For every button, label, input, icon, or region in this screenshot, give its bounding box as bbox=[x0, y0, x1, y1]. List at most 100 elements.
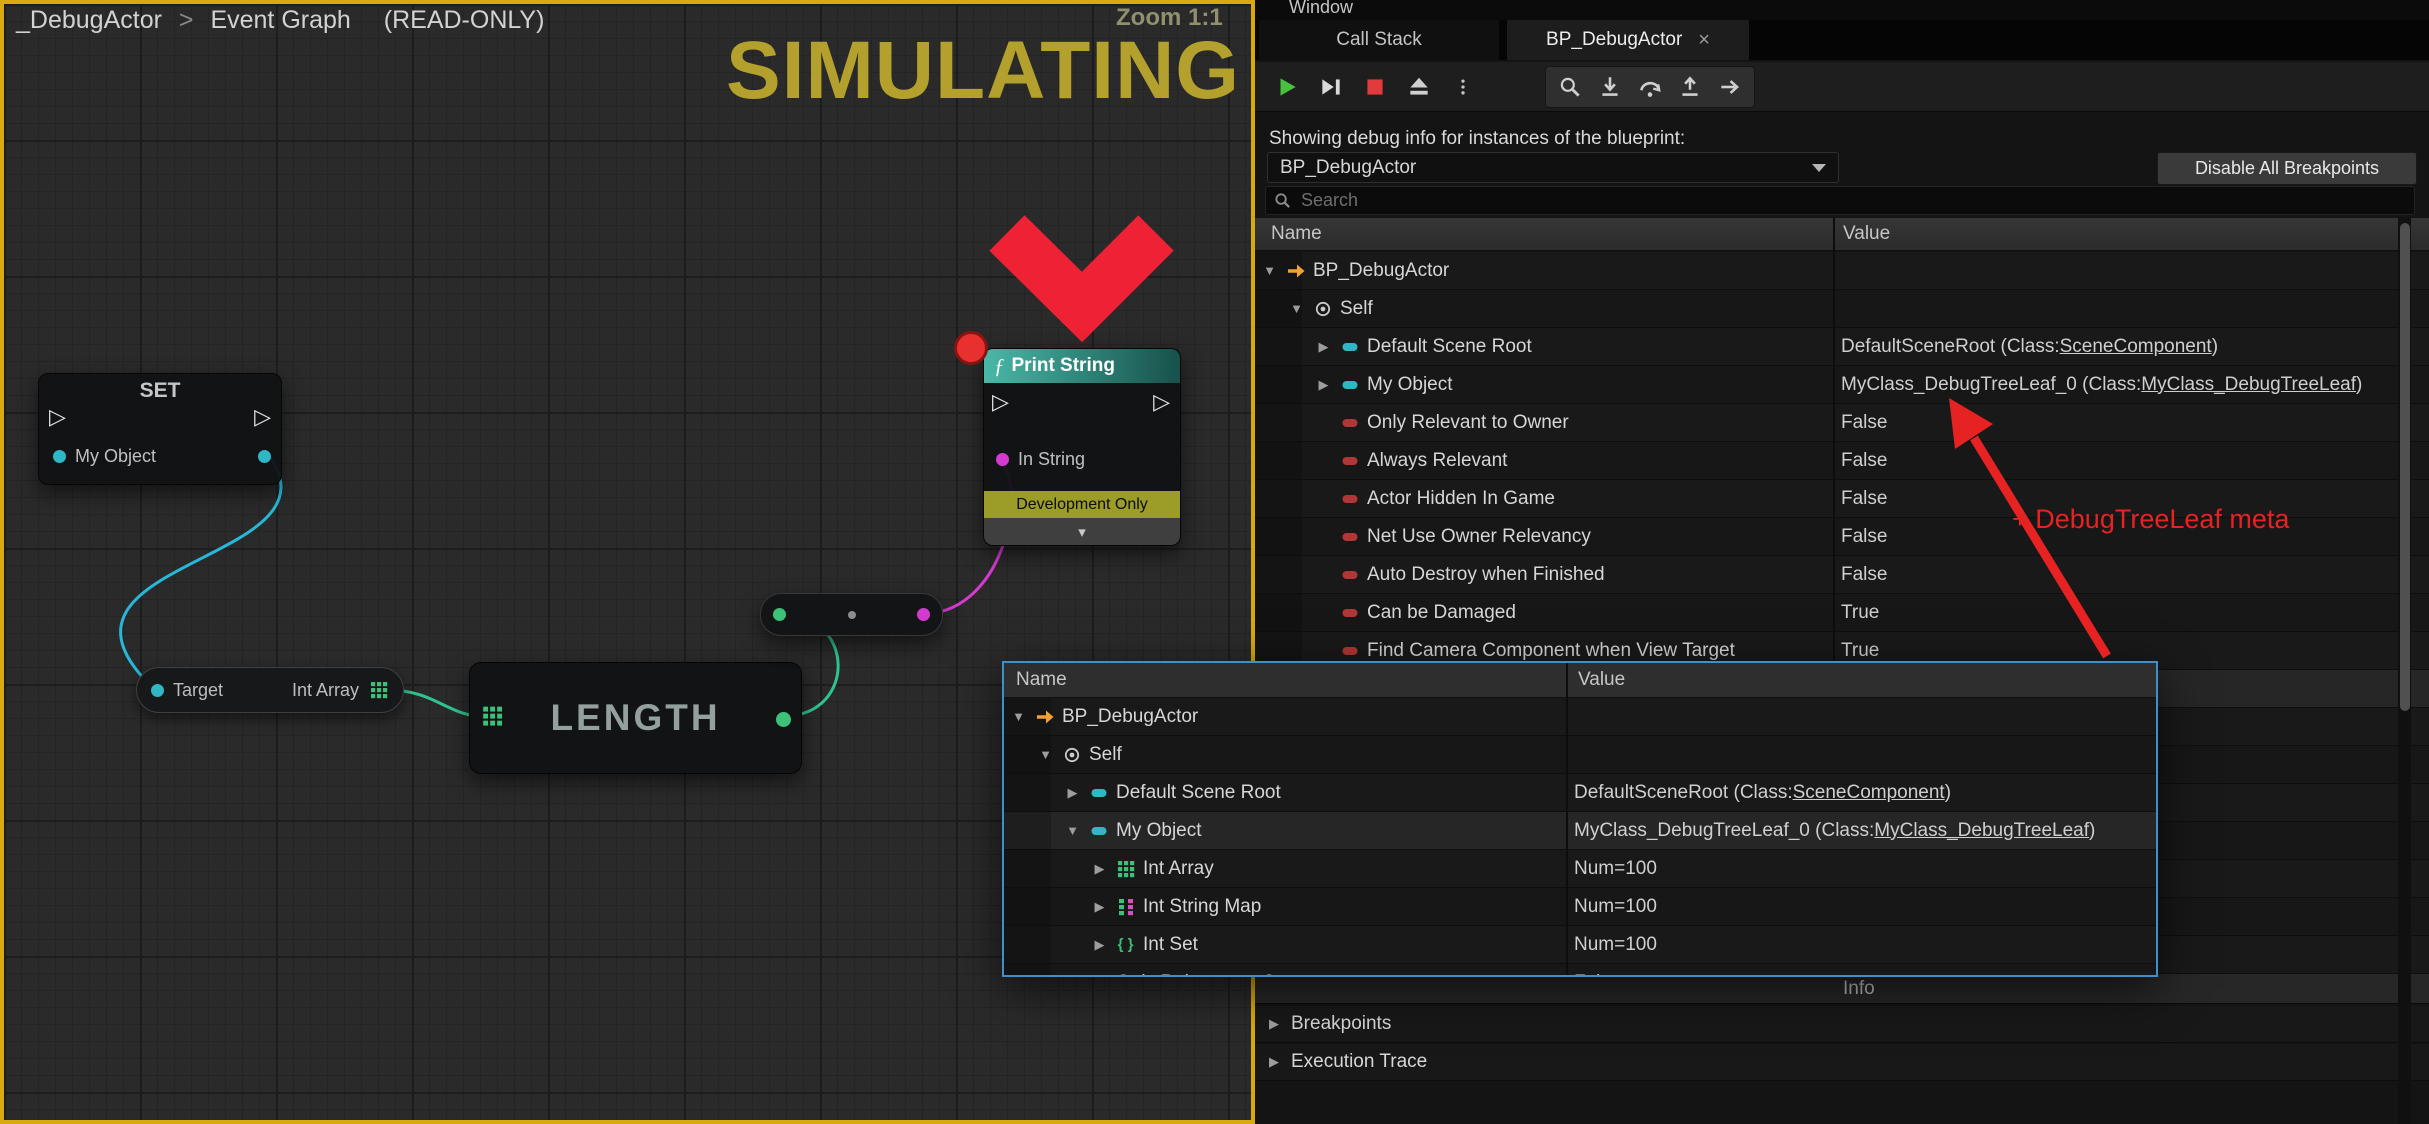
expand-icon[interactable]: ▶ bbox=[1267, 1016, 1281, 1032]
class-link[interactable]: MyClass_DebugTreeLeaf bbox=[1874, 820, 2089, 842]
find-icon[interactable] bbox=[1552, 69, 1588, 105]
annotation-text: + DebugTreeLeaf meta bbox=[2012, 504, 2289, 535]
disable-all-breakpoints-button[interactable]: Disable All Breakpoints bbox=[2157, 152, 2417, 185]
expand-icon[interactable]: ▶ bbox=[1091, 861, 1108, 877]
object-variable-icon bbox=[1339, 338, 1360, 356]
value-text: False bbox=[1841, 412, 1887, 434]
value-text: False bbox=[1841, 488, 1887, 510]
length-node[interactable]: LENGTH bbox=[469, 662, 802, 774]
bool-variable-icon bbox=[1339, 490, 1360, 508]
search-box[interactable] bbox=[1265, 186, 2415, 215]
exec-in-pin-icon[interactable] bbox=[992, 391, 1009, 413]
tree-row[interactable]: Can be DamagedTrue bbox=[1255, 594, 2429, 632]
tree-row[interactable]: ▼BP_DebugActor bbox=[1255, 252, 2429, 290]
tree-row[interactable]: ▼Self bbox=[1004, 736, 2156, 774]
row-label: Auto Destroy when Finished bbox=[1367, 564, 1605, 586]
execution-trace-section[interactable]: ▶ Execution Trace bbox=[1255, 1044, 2429, 1081]
expand-icon[interactable]: ▶ bbox=[1315, 377, 1332, 393]
step-out-icon[interactable] bbox=[1672, 69, 1708, 105]
int-out-pin-icon[interactable] bbox=[776, 712, 791, 727]
array-in-pin-icon[interactable] bbox=[482, 707, 503, 725]
blueprint-instance-dropdown[interactable]: BP_DebugActor bbox=[1267, 152, 1839, 183]
tree-row[interactable]: ▶Int ArrayNum=100 bbox=[1004, 850, 2156, 888]
tree-row[interactable]: ▶{ }Int SetNum=100 bbox=[1004, 926, 2156, 964]
value-column-header[interactable]: Value bbox=[1831, 223, 1890, 245]
scrollbar-track[interactable] bbox=[2398, 218, 2411, 1124]
array-pin-icon[interactable] bbox=[368, 681, 389, 699]
expand-icon[interactable]: ▶ bbox=[1267, 1054, 1281, 1070]
object-pin-icon[interactable] bbox=[53, 450, 66, 463]
expand-icon[interactable]: ▶ bbox=[1091, 899, 1108, 915]
exec-out-pin-icon[interactable] bbox=[1153, 391, 1170, 413]
expand-icon[interactable]: ▶ bbox=[1064, 785, 1081, 801]
breadcrumb-page[interactable]: Event Graph bbox=[210, 6, 350, 34]
tab-bp-debugactor[interactable]: BP_DebugActor × bbox=[1507, 20, 1749, 60]
row-label: Only Relevant to Owner bbox=[1116, 972, 1318, 978]
length-node-title: LENGTH bbox=[550, 697, 720, 739]
eject-icon[interactable] bbox=[1401, 69, 1437, 105]
collapse-chevron-icon[interactable] bbox=[984, 518, 1180, 545]
tree-row[interactable]: ▶Int String MapNum=100 bbox=[1004, 888, 2156, 926]
debug-toolbar bbox=[1255, 62, 2429, 112]
stop-icon[interactable] bbox=[1357, 69, 1393, 105]
search-input[interactable] bbox=[1299, 189, 2322, 212]
column-divider[interactable] bbox=[1566, 663, 1568, 975]
expand-icon[interactable]: ▶ bbox=[1091, 937, 1108, 953]
row-value: False bbox=[1841, 404, 2425, 441]
expand-icon[interactable]: ▶ bbox=[1315, 339, 1332, 355]
value-text: Num=100 bbox=[1574, 896, 1657, 918]
conversion-node[interactable] bbox=[760, 593, 943, 636]
tree-row[interactable]: Only Relevant to OwnerFalse bbox=[1004, 964, 2156, 977]
row-label: Only Relevant to Owner bbox=[1367, 412, 1569, 434]
collapse-icon[interactable]: ▼ bbox=[1064, 823, 1081, 838]
print-string-node[interactable]: ƒ Print String In String Development Onl… bbox=[983, 348, 1181, 546]
collapse-icon[interactable]: ▼ bbox=[1037, 747, 1054, 762]
collapse-icon[interactable]: ▼ bbox=[1261, 263, 1278, 278]
class-link[interactable]: SceneComponent bbox=[1793, 782, 1945, 804]
tree-row[interactable]: ▶Default Scene RootDefaultSceneRoot (Cla… bbox=[1004, 774, 2156, 812]
class-link[interactable]: SceneComponent bbox=[2060, 336, 2212, 358]
target-int-array-node[interactable]: Target Int Array bbox=[136, 667, 404, 713]
tree-row[interactable]: Always RelevantFalse bbox=[1255, 442, 2429, 480]
class-link[interactable]: MyClass_DebugTreeLeaf bbox=[2141, 374, 2356, 396]
tree-row[interactable]: Auto Destroy when FinishedFalse bbox=[1255, 556, 2429, 594]
window-menu-item[interactable]: Window bbox=[1289, 0, 1353, 18]
breakpoint-icon[interactable] bbox=[954, 331, 988, 365]
frame-skip-icon[interactable] bbox=[1313, 69, 1349, 105]
breadcrumb-root[interactable]: _DebugActor bbox=[16, 6, 162, 34]
name-column-header[interactable]: Name bbox=[1004, 669, 1566, 691]
conversion-in-pin-icon[interactable] bbox=[773, 608, 786, 621]
tree-row[interactable]: ▶Default Scene RootDefaultSceneRoot (Cla… bbox=[1255, 328, 2429, 366]
step-into-icon[interactable] bbox=[1592, 69, 1628, 105]
value-text: DefaultSceneRoot (Class: bbox=[1841, 336, 2060, 358]
tree-row[interactable]: ▼BP_DebugActor bbox=[1004, 698, 2156, 736]
more-options-icon[interactable] bbox=[1445, 69, 1481, 105]
exec-out-pin-icon[interactable] bbox=[254, 406, 271, 428]
string-in-pin-icon[interactable] bbox=[996, 453, 1009, 466]
collapse-icon[interactable]: ▼ bbox=[1010, 709, 1027, 724]
tab-bar: Call Stack BP_DebugActor × bbox=[1255, 20, 2429, 60]
tree-row[interactable]: ▼My ObjectMyClass_DebugTreeLeaf_0 (Class… bbox=[1004, 812, 2156, 850]
step-forward-icon[interactable] bbox=[1712, 69, 1748, 105]
debug-tree-popup[interactable]: Name Value ▼BP_DebugActor▼Self▶Default S… bbox=[1002, 661, 2158, 977]
breakpoints-section[interactable]: ▶ Breakpoints bbox=[1255, 1006, 2429, 1043]
step-over-icon[interactable] bbox=[1632, 69, 1668, 105]
tree-row[interactable]: ▼Self bbox=[1255, 290, 2429, 328]
set-node[interactable]: SET My Object bbox=[38, 373, 282, 485]
target-pin-icon[interactable] bbox=[151, 684, 164, 697]
value-column-header[interactable]: Value bbox=[1566, 669, 1625, 691]
tab-call-stack[interactable]: Call Stack bbox=[1259, 20, 1499, 60]
string-out-pin-icon[interactable] bbox=[917, 608, 930, 621]
resume-icon[interactable] bbox=[1269, 69, 1305, 105]
value-text: False bbox=[1841, 526, 1887, 548]
exec-in-pin-icon[interactable] bbox=[49, 406, 66, 428]
collapse-icon[interactable]: ▼ bbox=[1288, 301, 1305, 316]
value-text: ) bbox=[2089, 820, 2095, 842]
tree-row[interactable]: ▶My ObjectMyClass_DebugTreeLeaf_0 (Class… bbox=[1255, 366, 2429, 404]
object-out-pin-icon[interactable] bbox=[258, 450, 271, 463]
row-label: Int Array bbox=[1143, 858, 1214, 880]
scrollbar-thumb[interactable] bbox=[2400, 223, 2410, 711]
tab-close-icon[interactable]: × bbox=[1698, 29, 1710, 52]
name-column-header[interactable]: Name bbox=[1255, 223, 1831, 245]
tree-row[interactable]: Only Relevant to Owner False bbox=[1255, 404, 2429, 442]
